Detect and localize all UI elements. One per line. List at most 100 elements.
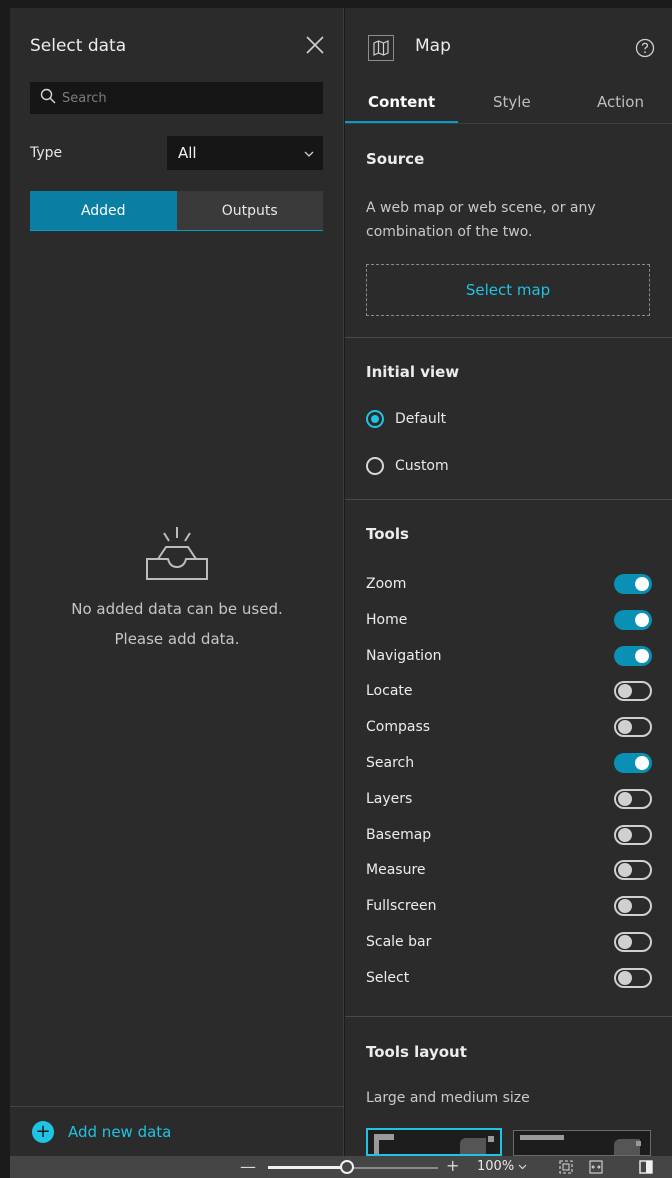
radio-label: Default (395, 411, 447, 427)
initial-view-title: Initial view (366, 363, 460, 381)
tab-added[interactable]: Added (30, 191, 177, 230)
fit-to-screen-icon[interactable] (559, 1159, 573, 1178)
search-field[interactable] (30, 82, 323, 114)
tool-label: Select (366, 969, 410, 986)
toggle-knob (635, 577, 649, 591)
search-icon (40, 88, 56, 108)
toggle-knob (618, 863, 632, 878)
tool-row-compass: Compass (366, 715, 652, 739)
tool-row-measure: Measure (366, 858, 652, 882)
toggle-switch[interactable] (614, 788, 652, 809)
section-divider (345, 499, 672, 500)
tool-label: Scale bar (366, 934, 432, 950)
toggle-knob (618, 935, 632, 949)
empty-message-line1: No added data can be used. (71, 600, 283, 618)
tool-row-layers: Layers (366, 787, 652, 811)
toggle-switch[interactable] (614, 896, 652, 917)
fit-width-icon[interactable] (589, 1159, 603, 1178)
layout-option-1[interactable] (366, 1128, 502, 1156)
tab-content[interactable]: Content (368, 93, 435, 111)
toggle-knob (635, 756, 649, 770)
close-icon[interactable] (304, 34, 326, 56)
active-tab-indicator (345, 121, 458, 123)
type-select[interactable]: All (167, 136, 323, 170)
tool-row-select: Select (366, 966, 652, 990)
tool-label: Zoom (366, 576, 407, 592)
section-divider (345, 337, 672, 338)
radio-checked-icon (366, 410, 384, 428)
toggle-switch[interactable] (614, 824, 652, 845)
toggle-switch[interactable] (614, 932, 652, 952)
select-data-panel: Select data Type All Added Outputs No ad… (10, 8, 344, 1156)
tool-label: Home (366, 611, 408, 628)
settings-tabs: Content Style Action (345, 84, 672, 124)
zoom-level-dropdown[interactable]: 100% (477, 1159, 527, 1174)
search-input[interactable] (62, 90, 302, 106)
layout-option-2[interactable] (513, 1130, 651, 1156)
toggle-knob (635, 612, 649, 627)
map-icon (368, 35, 394, 61)
toggle-switch[interactable] (614, 753, 652, 773)
toggle-switch[interactable] (614, 681, 652, 702)
zoom-slider-handle[interactable] (339, 1160, 354, 1174)
tool-row-navigation: Navigation (366, 644, 652, 668)
zoom-level-value: 100% (477, 1159, 515, 1174)
tab-outputs[interactable]: Outputs (176, 191, 323, 230)
map-settings-panel: Map Content Style Action Source A web ma… (345, 8, 672, 1156)
tool-label: Search (366, 755, 415, 771)
tool-label: Navigation (366, 647, 442, 664)
toggle-knob (618, 720, 632, 735)
toggle-knob (618, 791, 632, 806)
radio-unchecked-icon (366, 457, 384, 475)
tools-layout-subtitle: Large and medium size (366, 1090, 530, 1106)
toggle-switch[interactable] (614, 860, 652, 881)
add-new-data-label: Add new data (68, 1123, 172, 1141)
tool-label: Measure (366, 862, 426, 879)
toggle-knob (635, 648, 649, 663)
zoom-in-icon[interactable]: + (446, 1156, 459, 1175)
tool-label: Locate (366, 683, 413, 700)
radio-label: Custom (395, 458, 449, 474)
tool-row-home: Home (366, 608, 652, 632)
toggle-knob (618, 827, 632, 842)
toggle-switch[interactable] (614, 574, 652, 594)
toggle-switch[interactable] (614, 967, 652, 988)
tab-style[interactable]: Style (493, 93, 531, 111)
data-tabs: Added Outputs (30, 191, 323, 231)
chevron-down-icon (304, 144, 314, 162)
tool-row-zoom: Zoom (366, 572, 652, 596)
toggle-switch[interactable] (614, 609, 652, 630)
tool-label: Fullscreen (366, 898, 437, 915)
tools-title: Tools (366, 525, 409, 543)
radio-default[interactable]: Default (366, 410, 446, 428)
toggle-switch[interactable] (614, 645, 652, 666)
tool-row-search: Search (366, 751, 652, 775)
tool-row-basemap: Basemap (366, 823, 652, 847)
panel-title: Map (415, 36, 451, 56)
empty-inbox-icon (144, 521, 210, 585)
select-data-title: Select data (30, 36, 127, 56)
tool-row-scale-bar: Scale bar (366, 930, 652, 954)
plus-circle-icon: + (32, 1121, 54, 1143)
tab-action[interactable]: Action (597, 93, 644, 111)
tool-label: Basemap (366, 826, 432, 843)
tools-layout-title: Tools layout (366, 1043, 467, 1061)
select-map-button[interactable]: Select map (366, 264, 650, 316)
empty-message-line2: Please add data. (114, 630, 240, 648)
toggle-knob (618, 684, 632, 699)
help-icon[interactable] (635, 38, 655, 62)
tool-label: Compass (366, 719, 431, 736)
zoom-slider-fill (268, 1166, 348, 1169)
toggle-panel-icon[interactable] (639, 1159, 653, 1178)
chevron-down-icon (518, 1159, 527, 1174)
zoom-out-icon[interactable]: — (240, 1157, 256, 1176)
type-label: Type (30, 145, 63, 161)
add-new-data-button[interactable]: + Add new data (32, 1121, 171, 1143)
toggle-switch[interactable] (614, 717, 652, 738)
toggle-knob (618, 899, 632, 914)
tool-label: Layers (366, 790, 413, 807)
section-divider (345, 1016, 672, 1017)
toggle-knob (618, 970, 632, 985)
tool-row-locate: Locate (366, 679, 652, 703)
radio-custom[interactable]: Custom (366, 457, 449, 475)
